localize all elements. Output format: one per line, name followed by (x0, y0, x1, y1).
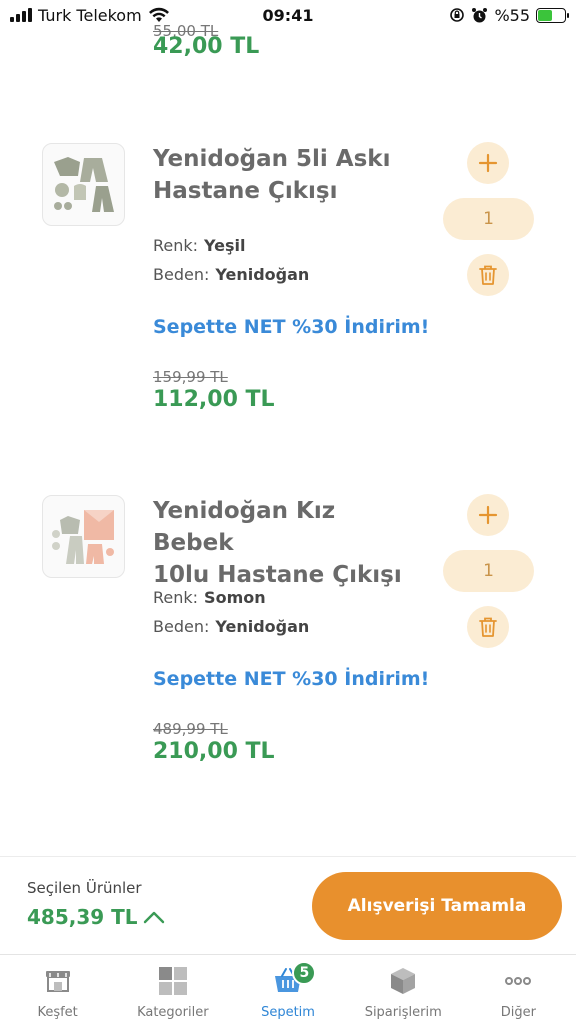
trash-icon (479, 265, 497, 285)
product-title-line2: 10lu Hastane Çıkışı (153, 562, 402, 588)
plus-icon (478, 505, 498, 525)
old-price: 159,99 TL (153, 368, 228, 386)
increase-quantity-button[interactable] (467, 142, 509, 184)
size-label: Beden: (153, 265, 210, 284)
cart-summary: Seçilen Ürünler 485,39 TL Alışverişi Tam… (0, 856, 576, 954)
tab-label: Diğer (500, 1005, 537, 1020)
plus-icon (478, 153, 498, 173)
tab-label: Siparişlerim (364, 1005, 442, 1020)
tab-label: Keşfet (37, 1005, 78, 1020)
tab-label: Kategoriler (137, 1005, 209, 1020)
product-size: Beden: Yenidoğan (153, 617, 309, 636)
product-title[interactable]: Yenidoğan 5li Askı Hastane Çıkışı (153, 143, 423, 207)
prev-item-price: 42,00 TL (153, 34, 260, 59)
product-color: Renk: Yeşil (153, 236, 246, 255)
cart-count-badge: 5 (292, 961, 317, 985)
baby-clothes-image (53, 156, 114, 212)
tab-label: Sepetim (261, 1005, 315, 1020)
size-value: Yenidoğan (215, 265, 310, 284)
cart-total: 485,39 TL (27, 905, 138, 929)
tab-diger[interactable]: Diğer (461, 955, 576, 1024)
trash-icon (479, 617, 497, 637)
product-size: Beden: Yenidoğan (153, 265, 309, 284)
chevron-up-icon[interactable] (142, 907, 166, 927)
old-price: 489,99 TL (153, 720, 228, 738)
quantity-field[interactable]: 1 (443, 198, 534, 240)
more-icon (505, 977, 532, 985)
product-title-line1: Yenidoğan Kız Bebek (153, 498, 336, 556)
product-title[interactable]: Yenidoğan Kız Bebek 10lu Hastane Çıkışı (153, 495, 423, 591)
quantity-field[interactable]: 1 (443, 550, 534, 592)
size-value: Yenidoğan (215, 617, 310, 636)
tab-sepetim[interactable]: 5 Sepetim (230, 955, 345, 1024)
product-title-line2: Hastane Çıkışı (153, 178, 338, 204)
grid-icon (158, 967, 187, 995)
baby-clothes-image (51, 509, 114, 564)
box-icon (391, 968, 416, 994)
promo-text: Sepette NET %30 İndirim! (153, 668, 430, 690)
tab-kesfet[interactable]: Keşfet (0, 955, 115, 1024)
checkout-button[interactable]: Alışverişi Tamamla (312, 872, 562, 940)
tab-bar: Keşfet Kategoriler 5 Sepetim Siparişleri… (0, 954, 576, 1024)
increase-quantity-button[interactable] (467, 494, 509, 536)
size-label: Beden: (153, 617, 210, 636)
promo-text: Sepette NET %30 İndirim! (153, 316, 430, 338)
price: 210,00 TL (153, 739, 275, 764)
color-value: Somon (204, 588, 266, 607)
cart-list[interactable]: 55,00 TL 42,00 TL Yenidoğan 5li Askı Has… (0, 0, 576, 856)
color-label: Renk: (153, 236, 199, 255)
tab-kategoriler[interactable]: Kategoriler (115, 955, 230, 1024)
product-image[interactable] (42, 143, 125, 226)
delete-item-button[interactable] (467, 254, 509, 296)
color-label: Renk: (153, 588, 199, 607)
product-color: Renk: Somon (153, 588, 266, 607)
color-value: Yeşil (204, 236, 246, 255)
store-icon (45, 971, 70, 992)
price: 112,00 TL (153, 387, 275, 412)
product-title-line1: Yenidoğan 5li Askı (153, 146, 391, 172)
selected-products-label: Seçilen Ürünler (27, 879, 142, 897)
product-image[interactable] (42, 495, 125, 578)
delete-item-button[interactable] (467, 606, 509, 648)
tab-siparislerim[interactable]: Siparişlerim (346, 955, 461, 1024)
